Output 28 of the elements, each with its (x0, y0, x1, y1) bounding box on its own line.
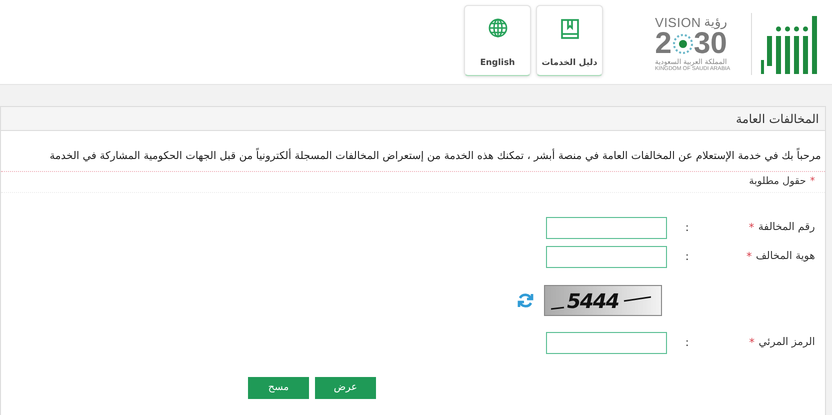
header-tile[interactable]: دليل الخدمات (536, 5, 603, 76)
form-button[interactable]: مسح (248, 376, 309, 399)
colon: : (684, 248, 689, 264)
colon: : (684, 220, 689, 236)
logo-word: رؤية (704, 16, 728, 29)
globe-icon (488, 18, 508, 38)
book-icon (560, 18, 580, 40)
logo-year: 30 (694, 28, 728, 59)
required-mark: * (748, 220, 754, 236)
header-tile[interactable]: English (464, 5, 531, 76)
field-label: هوية المخالف (756, 248, 815, 264)
required-note: حقول مطلوبة (748, 175, 806, 190)
colon: : (684, 334, 689, 350)
input-field[interactable] (546, 332, 667, 354)
refresh-icon[interactable] (517, 292, 534, 310)
required-mark: * (749, 334, 755, 350)
logo-word: VISION (655, 16, 702, 29)
input-field[interactable] (546, 246, 667, 268)
intro-text: مرحباً بك في خدمة الإستعلام عن المخالفات العامة في منصة أبشر ، تمكنك هذه الخدمة من إستعراض المخالفات المسجلة ألكترونياً من قبل الجهات الحكومية المشاركة في الخدمة (1, 149, 825, 165)
panel-title: المخالفات العامة (736, 110, 819, 128)
required-mark: * (810, 175, 815, 190)
field-label: الرمز المرئي (758, 334, 815, 350)
field-label: رقم المخالفة (758, 220, 815, 235)
required-mark: * (746, 248, 752, 264)
form-button[interactable]: عرض (315, 376, 376, 399)
logo-year: 2 (655, 28, 672, 59)
input-field[interactable] (546, 216, 667, 239)
captcha-image: 5444 (544, 285, 662, 316)
